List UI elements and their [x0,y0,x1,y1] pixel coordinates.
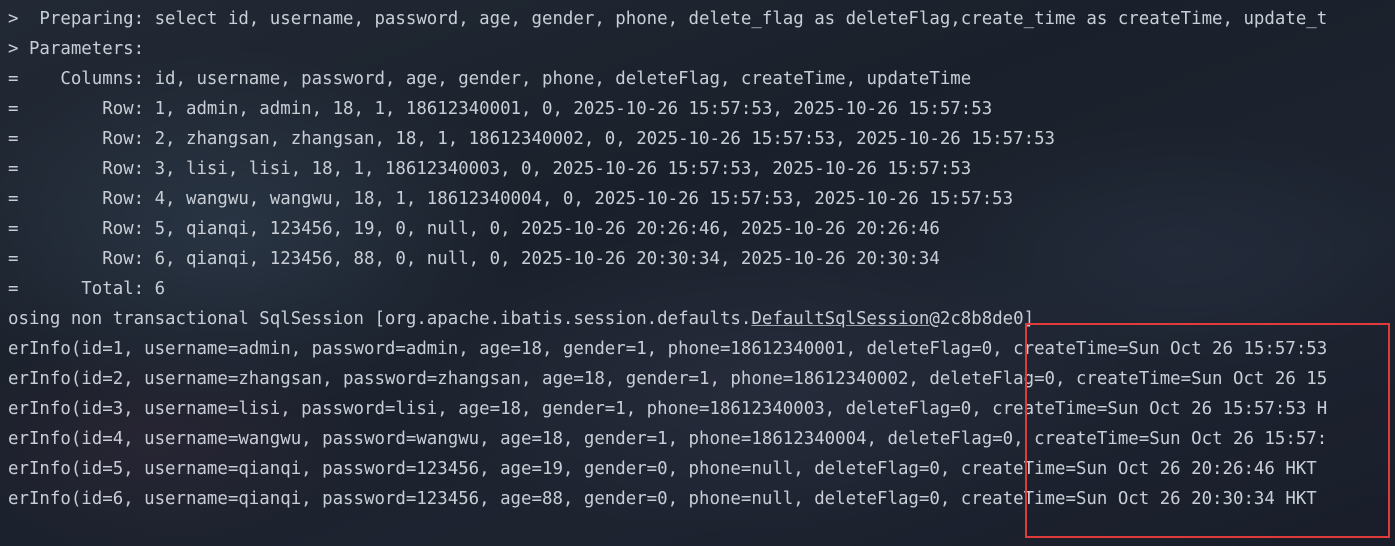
console-line-total: = Total: 6 [8,279,166,299]
console-line-row: = Row: 1, admin, admin, 18, 1, 186123400… [8,99,993,119]
console-line-columns: = Columns: id, username, password, age, … [8,69,972,89]
console-line-row: = Row: 3, lisi, lisi, 18, 1, 18612340003… [8,159,972,179]
sqlsession-class-link[interactable]: DefaultSqlSession [751,309,929,329]
console-line-preparing: > Preparing: select id, username, passwo… [8,9,1328,29]
console-line-closing-session: osing non transactional SqlSession [org.… [8,304,1034,334]
console-line-row: = Row: 2, zhangsan, zhangsan, 18, 1, 186… [8,129,1056,149]
red-highlight-box [1025,323,1390,538]
closing-prefix: osing non transactional SqlSession [org.… [8,309,752,329]
console-line-parameters: > Parameters: [8,39,155,59]
closing-suffix: @2c8b8de0] [929,309,1035,329]
console-line-row: = Row: 4, wangwu, wangwu, 18, 1, 1861234… [8,189,1014,209]
console-line-row: = Row: 5, qianqi, 123456, 19, 0, null, 0… [8,219,940,239]
console-line-row: = Row: 6, qianqi, 123456, 88, 0, null, 0… [8,249,940,269]
